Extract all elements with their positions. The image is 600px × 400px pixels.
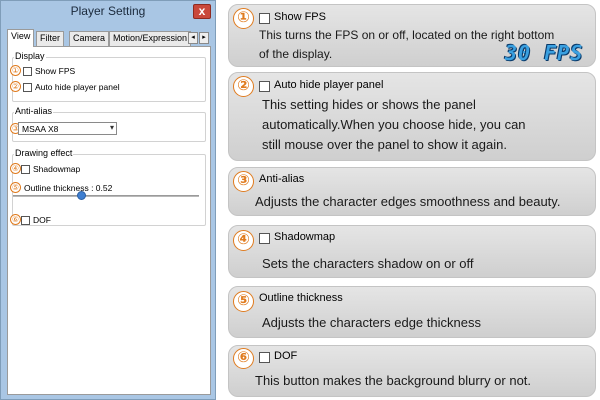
view-tab-panel: Display ① Show FPS ② Auto hide player pa…	[7, 46, 211, 395]
card-2-checkbox	[259, 81, 270, 92]
auto-hide-checkbox[interactable]	[23, 83, 32, 92]
outline-slider-thumb[interactable]	[77, 191, 86, 200]
marker-4: ④	[10, 163, 21, 174]
chevron-down-icon: ▾	[109, 123, 114, 132]
dof-checkbox[interactable]	[21, 216, 30, 225]
tab-scroll-right-icon[interactable]: ▸	[199, 32, 209, 44]
card-1-title: Show FPS	[274, 11, 326, 23]
shadowmap-checkbox[interactable]	[21, 165, 30, 174]
marker-1: ①	[10, 65, 21, 76]
tab-view[interactable]: View	[7, 29, 35, 47]
display-group-label: Display	[14, 51, 46, 61]
card-2-number: ②	[233, 76, 254, 97]
card-dof: ⑥ DOF This button makes the background b…	[228, 345, 596, 397]
card-1-checkbox	[259, 13, 270, 24]
display-group	[12, 57, 206, 102]
card-6-checkbox	[259, 352, 270, 363]
card-1-number: ①	[233, 8, 254, 29]
marker-6: ⑥	[10, 214, 21, 225]
card-6-description: This button makes the background blurry …	[255, 373, 532, 388]
title-bar[interactable]: Player Setting x	[1, 1, 215, 23]
card-5-number: ⑤	[233, 291, 254, 312]
card-2-line-3: still mouse over the panel to show it ag…	[262, 137, 507, 152]
card-shadowmap: ④ Shadowmap Sets the characters shadow o…	[228, 225, 596, 278]
show-fps-label: Show FPS	[35, 66, 76, 76]
card-5-title: Outline thickness	[259, 292, 343, 304]
card-2-line-1: This setting hides or shows the panel	[262, 97, 476, 112]
antialias-select[interactable]: MSAA X8 ▾	[18, 122, 117, 135]
antialias-value: MSAA X8	[22, 124, 59, 134]
card-6-number: ⑥	[233, 348, 254, 369]
tab-filter[interactable]: Filter	[36, 31, 64, 46]
player-setting-window: Player Setting x View Filter Camera Moti…	[0, 0, 216, 400]
window-title: Player Setting	[70, 4, 146, 18]
close-button[interactable]: x	[193, 4, 211, 19]
tab-camera[interactable]: Camera	[69, 31, 110, 46]
card-4-checkbox	[259, 233, 270, 244]
card-3-title: Anti-alias	[259, 173, 305, 185]
card-3-number: ③	[233, 171, 254, 192]
auto-hide-label: Auto hide player panel	[35, 82, 120, 92]
outline-thickness-label: Outline thickness : 0.52	[24, 183, 113, 193]
outline-slider-track[interactable]	[13, 195, 199, 197]
drawing-effect-group-label: Drawing effect	[14, 148, 74, 158]
tab-strip: View Filter Camera Motion/Expression ◂ ▸	[7, 29, 211, 47]
card-5-description: Adjusts the characters edge thickness	[262, 315, 481, 330]
card-auto-hide: ② Auto hide player panel This setting hi…	[228, 72, 596, 161]
marker-5: ⑤	[10, 182, 21, 193]
card-2-title: Auto hide player panel	[274, 79, 384, 91]
card-anti-alias: ③ Anti-alias Adjusts the character edges…	[228, 167, 596, 216]
dof-label: DOF	[33, 215, 51, 225]
tab-scroll-left-icon[interactable]: ◂	[188, 32, 198, 44]
shadowmap-label: Shadowmap	[33, 164, 81, 174]
tab-motion-expression[interactable]: Motion/Expression	[109, 31, 192, 46]
card-2-description: This setting hides or shows the panel au…	[262, 95, 526, 155]
fps-badge: 30 FPS	[505, 41, 584, 65]
card-6-title: DOF	[274, 350, 298, 362]
card-2-line-2: automatically.When you choose hide, you …	[262, 117, 526, 132]
antialias-group-label: Anti-alias	[14, 106, 54, 116]
marker-2: ②	[10, 81, 21, 92]
card-4-number: ④	[233, 230, 254, 251]
show-fps-checkbox[interactable]	[23, 67, 32, 76]
card-outline-thickness: ⑤ Outline thickness Adjusts the characte…	[228, 286, 596, 338]
card-3-description: Adjusts the character edges smoothness a…	[255, 194, 561, 209]
close-icon: x	[198, 4, 206, 18]
card-4-title: Shadowmap	[274, 231, 336, 243]
card-4-description: Sets the characters shadow on or off	[262, 256, 474, 271]
